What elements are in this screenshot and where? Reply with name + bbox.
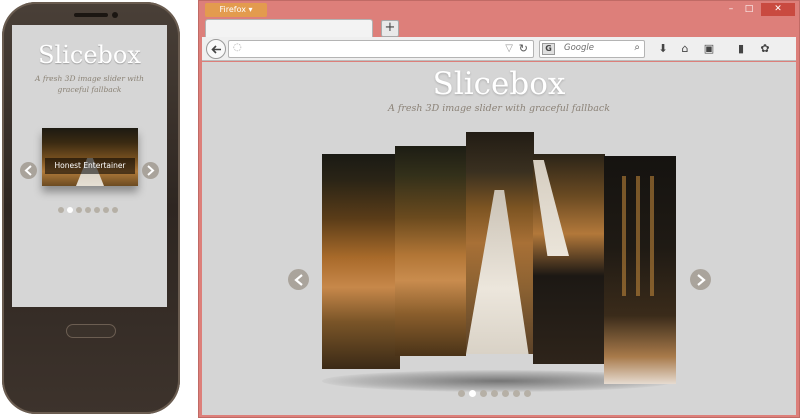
site-identity-icon[interactable]: ◌ [233, 42, 242, 53]
navigation-toolbar: ◌ ▽ ↻ G Google ⌕ ⬇ ⌂ ▣ ▮ ✿ [202, 37, 796, 61]
mobile-slide-dot-2[interactable] [67, 207, 73, 213]
bookmark-star-icon[interactable]: ▽ [505, 43, 513, 54]
close-window-button[interactable]: ✕ [761, 3, 795, 16]
slide-dot-3[interactable] [480, 390, 487, 397]
browser-tab[interactable] [205, 19, 373, 38]
boardwalk-path [466, 190, 529, 354]
mobile-slide-dot-7[interactable] [112, 207, 118, 213]
mobile-page-subtitle: A fresh 3D image slider with graceful fa… [35, 74, 144, 94]
next-slide-button[interactable] [690, 269, 711, 290]
mobile-slide-dot-4[interactable] [85, 207, 91, 213]
slider-slice-1[interactable] [322, 154, 400, 369]
mobile-slide-dots [58, 207, 118, 213]
reload-icon[interactable]: ↻ [519, 42, 528, 55]
chevron-left-icon [294, 274, 303, 286]
mobile-screen: Slicebox A fresh 3D image slider with gr… [12, 25, 167, 307]
phone-camera [112, 12, 118, 18]
screenshot-stage: Slicebox A fresh 3D image slider with gr… [0, 0, 800, 418]
boardwalk-path [533, 160, 569, 256]
slide-dot-6[interactable] [513, 390, 520, 397]
chevron-right-icon [147, 165, 155, 176]
page-content: Slicebox A fresh 3D image slider with gr… [202, 62, 796, 415]
bookmarks-menu-icon[interactable]: ▣ [701, 41, 717, 57]
minimize-button[interactable]: – [725, 4, 737, 15]
mobile-prev-button[interactable] [20, 162, 37, 179]
mobile-slide-dot-1[interactable] [58, 207, 64, 213]
back-button[interactable] [206, 39, 226, 59]
download-icon[interactable]: ⬇ [655, 41, 671, 57]
slide-dot-4[interactable] [491, 390, 498, 397]
firefox-window: Firefox ▾ – □ ✕ + ◌ ▽ ↻ G Google ⌕ ⬇ ⌂ ▣ [198, 0, 800, 418]
new-tab-button[interactable]: + [381, 20, 399, 37]
slider-slice-2[interactable] [395, 146, 466, 356]
slide-dot-1[interactable] [458, 390, 465, 397]
mobile-slide-image[interactable]: Honest Entertainer [42, 128, 138, 186]
slider-slice-5[interactable] [604, 156, 676, 384]
search-placeholder: Google [564, 43, 594, 53]
page-title: Slicebox [432, 66, 566, 102]
slide-dots [458, 390, 531, 397]
mobile-slide-dot-5[interactable] [94, 207, 100, 213]
reed-highlights [622, 176, 662, 296]
search-bar[interactable]: G Google ⌕ [539, 40, 645, 58]
addon-icon[interactable]: ✿ [757, 41, 773, 57]
search-engine-icon[interactable]: G [542, 43, 555, 55]
slide-dot-2[interactable] [469, 390, 476, 397]
maximize-button[interactable]: □ [743, 4, 755, 15]
slide-dot-7[interactable] [524, 390, 531, 397]
reader-icon[interactable]: ▮ [733, 41, 749, 57]
home-icon[interactable]: ⌂ [677, 41, 693, 57]
slide-dot-5[interactable] [502, 390, 509, 397]
url-bar[interactable]: ◌ ▽ ↻ [228, 40, 534, 58]
firefox-menu-label: Firefox [219, 5, 246, 14]
mobile-slide-caption: Honest Entertainer [45, 158, 135, 174]
mobile-page-title: Slicebox [38, 41, 141, 69]
phone-home-button[interactable] [66, 324, 116, 338]
chevron-left-icon [24, 165, 32, 176]
page-subtitle: A fresh 3D image slider with graceful fa… [387, 103, 611, 114]
chevron-right-icon [697, 274, 706, 286]
slider-slice-3[interactable] [466, 132, 534, 354]
back-arrow-icon [211, 45, 221, 54]
search-icon[interactable]: ⌕ [634, 42, 640, 53]
slider-slice-4[interactable] [533, 154, 605, 364]
mobile-slide-dot-6[interactable] [103, 207, 109, 213]
mobile-next-button[interactable] [142, 162, 159, 179]
phone-speaker [74, 13, 108, 17]
firefox-menu-button[interactable]: Firefox ▾ [205, 3, 267, 17]
prev-slide-button[interactable] [288, 269, 309, 290]
mobile-slide-dot-3[interactable] [76, 207, 82, 213]
mobile-device: Slicebox A fresh 3D image slider with gr… [2, 2, 180, 414]
